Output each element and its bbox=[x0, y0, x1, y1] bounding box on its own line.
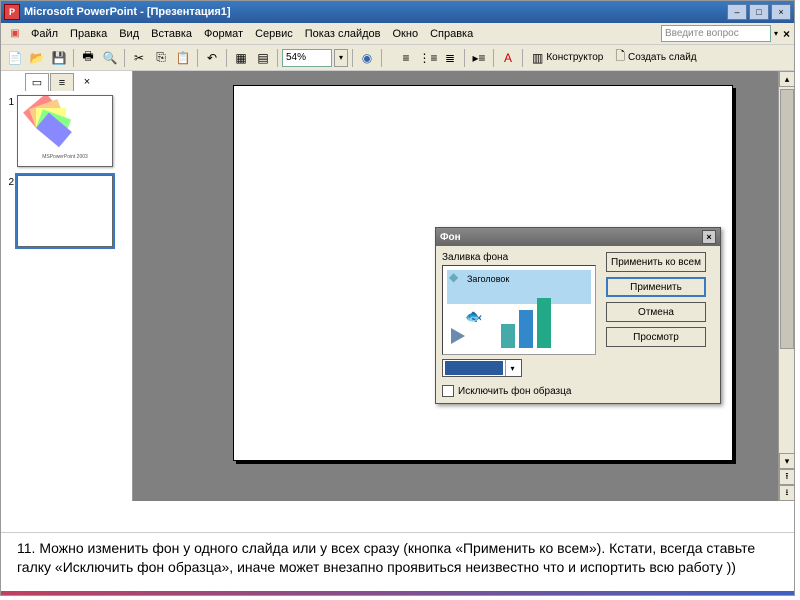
print-icon[interactable]: 🖶 bbox=[78, 48, 98, 68]
help-icon[interactable]: ◉ bbox=[357, 48, 377, 68]
thumb-number: 1 bbox=[5, 95, 17, 108]
window-title: Microsoft PowerPoint - [Презентация1] bbox=[24, 6, 727, 18]
zoom-input[interactable]: 54% bbox=[282, 49, 332, 67]
dropdown-arrow-icon: ▾ bbox=[505, 360, 519, 376]
background-dialog: Фон × Заливка фона Заголовок ◆ 🐟 bbox=[435, 227, 721, 404]
app-icon: P bbox=[4, 4, 20, 20]
menubar: ▣ Файл Правка Вид Вставка Формат Сервис … bbox=[1, 23, 794, 45]
designer-button[interactable]: ▥Конструктор bbox=[527, 48, 608, 68]
instruction-text: 11. Можно изменить фон у одного слайда и… bbox=[1, 532, 794, 595]
preview-title-text: Заголовок bbox=[467, 274, 509, 284]
preview-icon[interactable]: 🔍 bbox=[100, 48, 120, 68]
align-left-icon[interactable]: ≡ bbox=[396, 48, 416, 68]
copy-icon[interactable]: ⎘ bbox=[151, 48, 171, 68]
decorative-stripe bbox=[1, 591, 794, 595]
preview-button[interactable]: Просмотр bbox=[606, 327, 706, 347]
font-color-icon[interactable]: A bbox=[498, 48, 518, 68]
bar-icon bbox=[537, 298, 551, 348]
scroll-up-icon[interactable]: ▴ bbox=[779, 71, 794, 87]
slides-tab[interactable]: ▭ bbox=[25, 73, 49, 91]
thumbnail-panel: 1 MSPowerPoint 2003 2 bbox=[1, 71, 133, 501]
scroll-thumb[interactable] bbox=[780, 89, 794, 349]
zoom-dropdown-icon[interactable]: ▾ bbox=[334, 49, 348, 67]
close-button[interactable]: × bbox=[771, 4, 791, 20]
menu-help[interactable]: Справка bbox=[424, 26, 479, 42]
bullets-icon[interactable]: ⋮≡ bbox=[418, 48, 438, 68]
menu-tools[interactable]: Сервис bbox=[249, 26, 299, 42]
new-slide-button[interactable]: 🗋Создать слайд bbox=[610, 48, 701, 68]
window-titlebar: P Microsoft PowerPoint - [Презентация1] … bbox=[1, 1, 794, 23]
restore-button[interactable]: □ bbox=[749, 4, 769, 20]
increase-indent-icon[interactable]: ▸≡ bbox=[469, 48, 489, 68]
vertical-scrollbar[interactable]: ▴ ▾ ⭱ ⭳ bbox=[778, 71, 794, 501]
outline-tab[interactable]: ≡ bbox=[50, 73, 74, 91]
prev-slide-icon[interactable]: ⭱ bbox=[779, 469, 794, 485]
help-search-input[interactable] bbox=[661, 25, 771, 42]
cancel-button[interactable]: Отмена bbox=[606, 302, 706, 322]
thumb-number: 2 bbox=[5, 175, 17, 188]
color-swatch bbox=[445, 361, 503, 375]
apply-all-button[interactable]: Применить ко всем bbox=[606, 252, 706, 272]
open-icon[interactable]: 📂 bbox=[27, 48, 47, 68]
menu-file[interactable]: Файл bbox=[25, 26, 64, 42]
save-icon[interactable]: 💾 bbox=[49, 48, 69, 68]
dialog-titlebar[interactable]: Фон × bbox=[436, 228, 720, 246]
menu-format[interactable]: Формат bbox=[198, 26, 249, 42]
fill-preview: Заголовок ◆ 🐟 bbox=[442, 265, 596, 355]
slide-editor: Фон × Заливка фона Заголовок ◆ 🐟 bbox=[133, 71, 794, 501]
exclude-master-label: Исключить фон образца bbox=[458, 386, 571, 397]
dialog-close-button[interactable]: × bbox=[702, 230, 716, 244]
arrow-icon bbox=[451, 328, 465, 344]
slide-thumbnail[interactable]: 2 bbox=[1, 173, 132, 249]
scroll-down-icon[interactable]: ▾ bbox=[779, 453, 794, 469]
control-box-icon[interactable]: ▣ bbox=[5, 24, 25, 44]
menu-insert[interactable]: Вставка bbox=[145, 26, 198, 42]
new-icon[interactable]: 📄 bbox=[5, 48, 25, 68]
fill-color-dropdown[interactable]: ▾ bbox=[442, 359, 522, 377]
standard-toolbar: 📄 📂 💾 🖶 🔍 ✂ ⎘ 📋 ↶ ▦ ▤ 54% ▾ ◉ ≡ ⋮≡ ≣ ▸≡ … bbox=[1, 45, 794, 71]
numbering-icon[interactable]: ≣ bbox=[440, 48, 460, 68]
next-slide-icon[interactable]: ⭳ bbox=[779, 485, 794, 501]
help-dropdown-icon[interactable]: ▾ bbox=[771, 29, 781, 38]
bar-icon bbox=[519, 310, 533, 348]
tables-icon[interactable]: ▦ bbox=[231, 48, 251, 68]
menu-view[interactable]: Вид bbox=[113, 26, 145, 42]
exclude-master-checkbox[interactable] bbox=[442, 385, 454, 397]
menu-edit[interactable]: Правка bbox=[64, 26, 113, 42]
chart-icon[interactable]: ▤ bbox=[253, 48, 273, 68]
menu-window[interactable]: Окно bbox=[387, 26, 425, 42]
bar-icon bbox=[501, 324, 515, 348]
undo-icon[interactable]: ↶ bbox=[202, 48, 222, 68]
fill-label: Заливка фона bbox=[442, 252, 598, 263]
menu-slideshow[interactable]: Показ слайдов bbox=[299, 26, 387, 42]
apply-button[interactable]: Применить bbox=[606, 277, 706, 297]
cut-icon[interactable]: ✂ bbox=[129, 48, 149, 68]
slide-thumbnail[interactable]: 1 MSPowerPoint 2003 bbox=[1, 93, 132, 169]
paste-icon[interactable]: 📋 bbox=[173, 48, 193, 68]
fish-icon: 🐟 bbox=[465, 308, 482, 325]
minimize-button[interactable]: – bbox=[727, 4, 747, 20]
diamond-icon: ◆ bbox=[449, 270, 458, 284]
tabs-close-button[interactable]: × bbox=[75, 73, 99, 91]
mdi-close-button[interactable]: × bbox=[783, 27, 790, 41]
